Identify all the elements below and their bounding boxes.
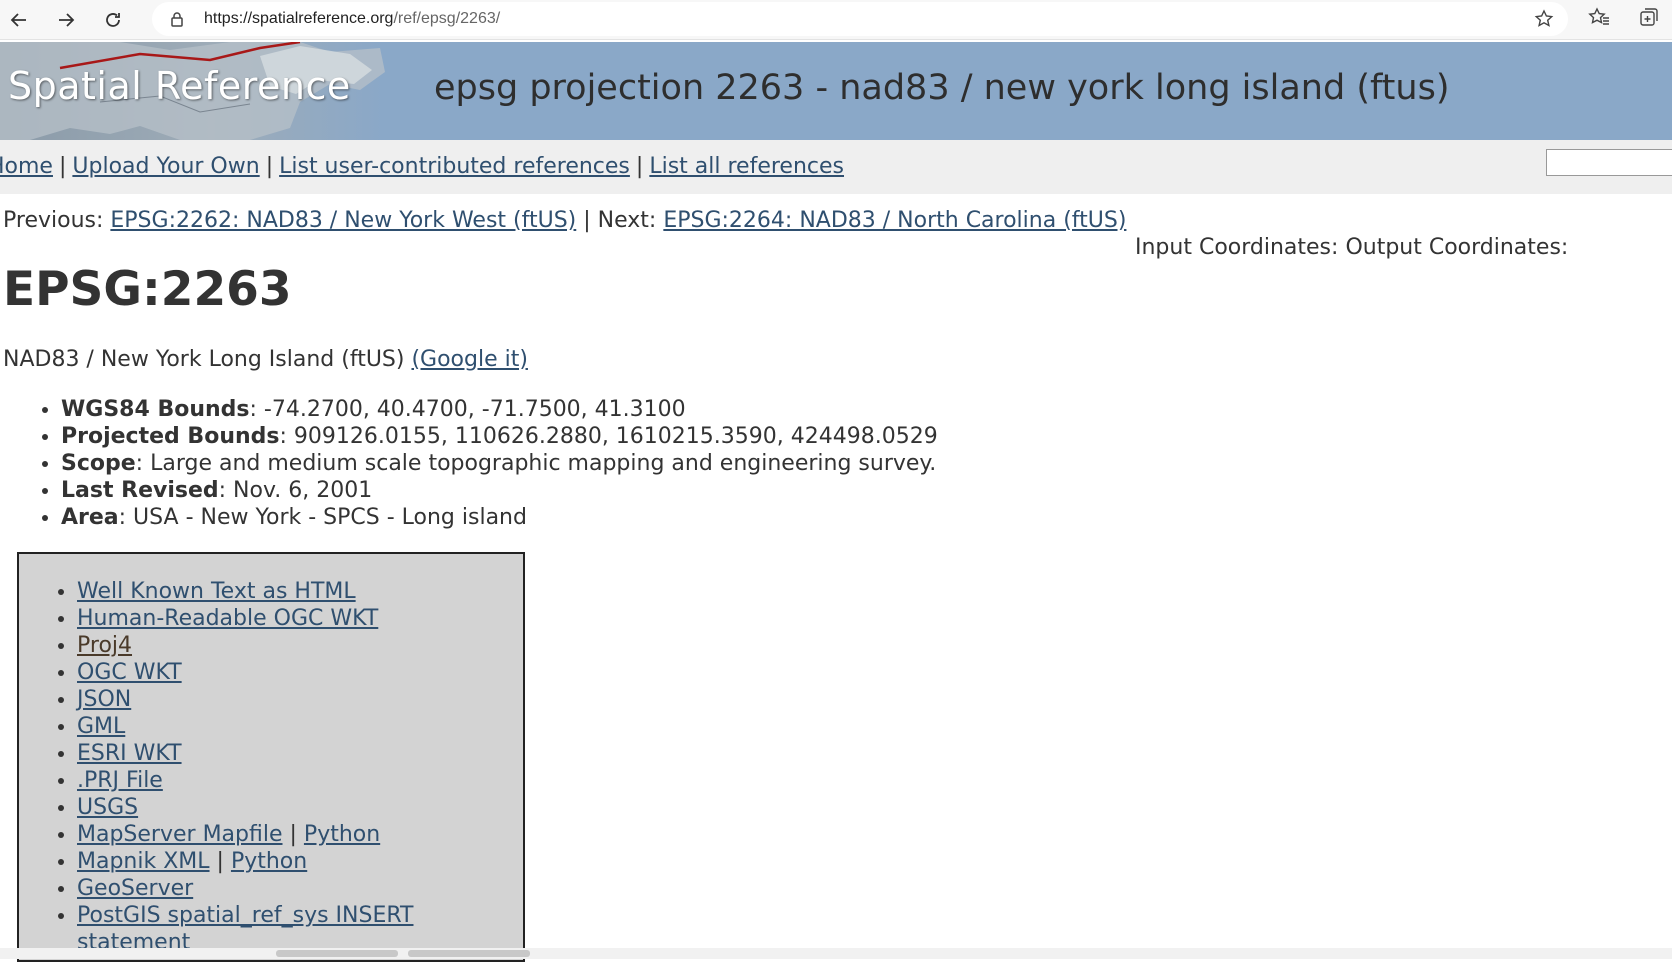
formats-box: Well Known Text as HTML Human-Readable O…: [17, 552, 525, 962]
nav-home-link[interactable]: Home: [0, 154, 53, 179]
property-value: : Large and medium scale topographic map…: [135, 451, 937, 476]
site-banner: Spatial Reference epsg projection 2263 -…: [0, 42, 1672, 140]
format-link-mapnik[interactable]: Mapnik XML: [77, 849, 210, 874]
format-item: Mapnik XML | Python: [77, 848, 413, 875]
postgis-line-1: PostGIS spatial_ref_sys INSERT: [77, 903, 414, 928]
property-value: : 909126.0155, 110626.2880, 1610215.3590…: [279, 424, 938, 449]
prev-next-nav: Previous: EPSG:2262: NAD83 / New York We…: [3, 208, 1126, 233]
format-link-mapfile[interactable]: MapServer Mapfile: [77, 822, 283, 847]
previous-label: Previous:: [3, 208, 104, 233]
input-coordinates-label: Input Coordinates:: [1135, 235, 1339, 260]
nav-upload-link[interactable]: Upload Your Own: [72, 154, 259, 179]
property-item: Area: USA - New York - SPCS - Long islan…: [61, 504, 938, 531]
format-item: Human-Readable OGC WKT: [77, 605, 413, 632]
property-label: Last Revised: [61, 478, 219, 503]
format-link-wkt-html[interactable]: Well Known Text as HTML: [77, 579, 356, 604]
output-coordinates-label: Output Coordinates:: [1345, 235, 1569, 260]
format-link-mapnik-python[interactable]: Python: [231, 849, 307, 874]
arrow-left-icon: [10, 13, 26, 27]
format-link-proj4[interactable]: Proj4: [77, 633, 132, 658]
format-link-mapfile-python[interactable]: Python: [304, 822, 380, 847]
formats-list: Well Known Text as HTML Human-Readable O…: [19, 578, 413, 956]
property-label: Area: [61, 505, 119, 530]
format-item: ESRI WKT: [77, 740, 413, 767]
property-item: Last Revised: Nov. 6, 2001: [61, 477, 938, 504]
prevnext-separator: |: [583, 208, 591, 233]
collections-icon[interactable]: [1638, 6, 1660, 28]
back-button[interactable]: [3, 4, 35, 36]
favorites-icon[interactable]: [1588, 6, 1610, 28]
crs-name-text: NAD83 / New York Long Island (ftUS): [3, 347, 405, 372]
crs-name: NAD83 / New York Long Island (ftUS) (Goo…: [3, 347, 528, 372]
format-link-human-wkt[interactable]: Human-Readable OGC WKT: [77, 606, 378, 631]
format-item: .PRJ File: [77, 767, 413, 794]
format-item: GML: [77, 713, 413, 740]
property-label: Projected Bounds: [61, 424, 280, 449]
arrow-right-icon: [59, 13, 75, 27]
property-value: : -74.2700, 40.4700, -71.7500, 41.3100: [249, 397, 686, 422]
format-item: OGC WKT: [77, 659, 413, 686]
property-item: Scope: Large and medium scale topographi…: [61, 450, 938, 477]
format-separator: |: [216, 849, 224, 874]
address-bar[interactable]: https://spatialreference.org/ref/epsg/22…: [152, 2, 1568, 36]
format-link-ogc-wkt[interactable]: OGC WKT: [77, 660, 182, 685]
format-link-gml[interactable]: GML: [77, 714, 125, 739]
format-separator: |: [289, 822, 297, 847]
nav-user-refs-link[interactable]: List user-contributed references: [279, 154, 630, 179]
format-item: Well Known Text as HTML: [77, 578, 413, 605]
url-text: https://spatialreference.org/ref/epsg/22…: [204, 10, 501, 27]
format-link-geoserver[interactable]: GeoServer: [77, 876, 193, 901]
format-link-esri-wkt[interactable]: ESRI WKT: [77, 741, 182, 766]
previous-link[interactable]: EPSG:2262: NAD83 / New York West (ftUS): [110, 208, 576, 233]
nav-separator: |: [58, 154, 67, 179]
lock-icon: [171, 12, 183, 27]
browser-toolbar: https://spatialreference.org/ref/epsg/22…: [0, 0, 1672, 40]
property-item: WGS84 Bounds: -74.2700, 40.4700, -71.750…: [61, 396, 938, 423]
logo-text: Spatial Reference: [8, 64, 351, 108]
format-item: Proj4: [77, 632, 413, 659]
page-title: epsg projection 2263 - nad83 / new york …: [434, 68, 1450, 108]
format-link-usgs[interactable]: USGS: [77, 795, 138, 820]
property-value: : USA - New York - SPCS - Long island: [118, 505, 527, 530]
property-label: WGS84 Bounds: [61, 397, 250, 422]
search-input[interactable]: [1546, 149, 1672, 176]
google-it-link[interactable]: (Google it): [411, 347, 527, 372]
scrollbar-thumb[interactable]: [276, 950, 398, 957]
epsg-code-heading: EPSG:2263: [3, 262, 292, 317]
format-link-prj-file[interactable]: .PRJ File: [77, 768, 163, 793]
format-item: JSON: [77, 686, 413, 713]
format-item: MapServer Mapfile | Python: [77, 821, 413, 848]
next-label: Next:: [597, 208, 657, 233]
nav-separator: |: [635, 154, 644, 179]
format-item: GeoServer: [77, 875, 413, 902]
add-favorite-icon[interactable]: [1534, 9, 1554, 29]
main-nav: Home|Upload Your Own|List user-contribut…: [0, 154, 844, 179]
scrollbar-thumb-secondary[interactable]: [408, 950, 530, 957]
properties-list: WGS84 Bounds: -74.2700, 40.4700, -71.750…: [37, 396, 938, 531]
nav-all-refs-link[interactable]: List all references: [649, 154, 844, 179]
nav-bar: Home|Upload Your Own|List user-contribut…: [0, 140, 1672, 194]
next-link[interactable]: EPSG:2264: NAD83 / North Carolina (ftUS): [663, 208, 1126, 233]
format-link-json[interactable]: JSON: [77, 687, 131, 712]
site-logo[interactable]: Spatial Reference: [0, 42, 385, 140]
horizontal-scrollbar[interactable]: [0, 948, 1672, 959]
nav-separator: |: [265, 154, 274, 179]
reload-icon: [106, 13, 120, 27]
coordinate-labels: Input Coordinates: Output Coordinates:: [1135, 235, 1568, 260]
forward-button[interactable]: [50, 4, 82, 36]
format-item: USGS: [77, 794, 413, 821]
property-value: : Nov. 6, 2001: [218, 478, 373, 503]
property-item: Projected Bounds: 909126.0155, 110626.28…: [61, 423, 938, 450]
property-label: Scope: [61, 451, 136, 476]
reload-button[interactable]: [97, 4, 129, 36]
